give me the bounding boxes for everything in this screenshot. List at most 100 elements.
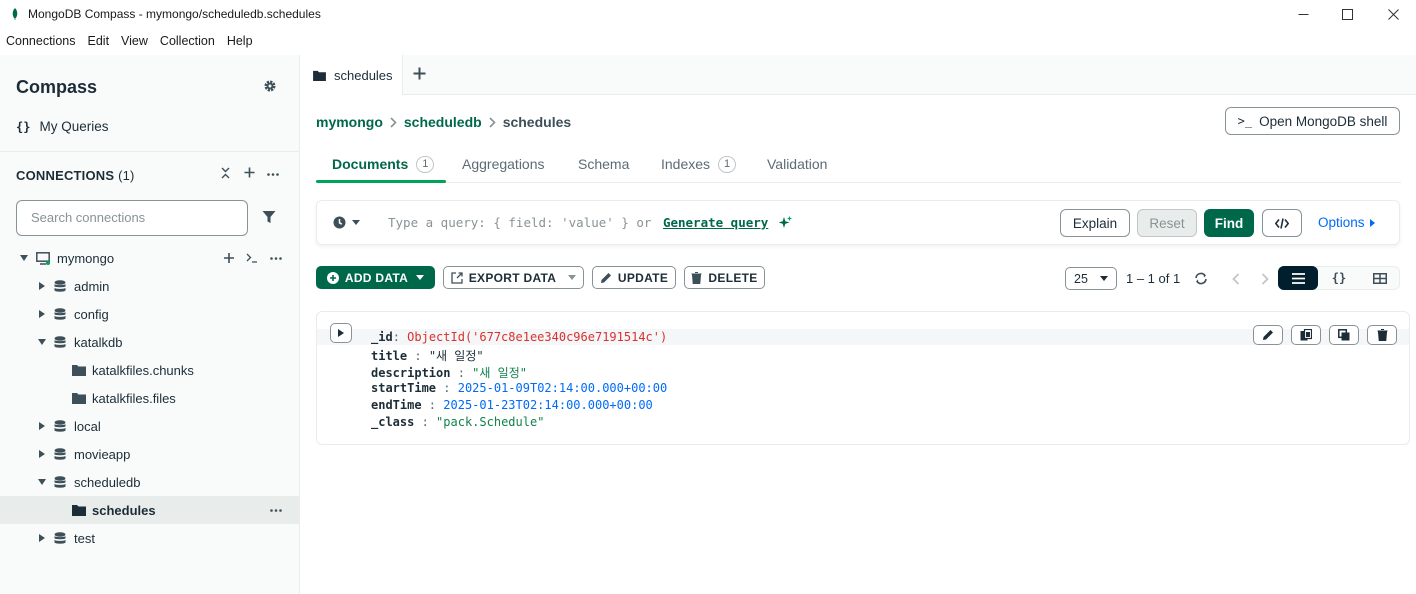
- breadcrumb-database[interactable]: scheduledb: [404, 114, 482, 130]
- collapse-all-button[interactable]: [220, 167, 231, 179]
- add-connection-button[interactable]: [244, 167, 255, 178]
- delete-document-button[interactable]: [1367, 325, 1397, 345]
- menu-collection[interactable]: Collection: [160, 34, 215, 48]
- code-icon: [1275, 217, 1289, 229]
- database-icon: [54, 279, 66, 292]
- tree-db-katalkdb[interactable]: katalkdb: [0, 328, 300, 356]
- caret-down-icon: [19, 253, 29, 263]
- tree-db-test[interactable]: test: [0, 524, 300, 552]
- find-button[interactable]: Find: [1204, 209, 1254, 237]
- page-size-select[interactable]: 25: [1065, 267, 1117, 290]
- minimize-button[interactable]: [1280, 0, 1326, 28]
- table-view-button[interactable]: [1360, 266, 1400, 290]
- mongodb-leaf-icon: [12, 8, 18, 20]
- tree-db-local[interactable]: local: [0, 412, 300, 440]
- tree-db-label: katalkdb: [74, 334, 123, 350]
- my-queries-link[interactable]: {} My Queries: [16, 119, 108, 134]
- plus-icon[interactable]: [224, 253, 234, 263]
- field-id: _id: ObjectId('677c8e1ee340c96e7191514c'…: [371, 330, 668, 344]
- explain-button[interactable]: Explain: [1060, 209, 1130, 237]
- chevron-right-icon: [390, 116, 397, 128]
- expand-document-button[interactable]: [330, 323, 352, 343]
- reset-button[interactable]: Reset: [1137, 209, 1197, 237]
- tab-schema-label: Schema: [578, 156, 630, 172]
- json-view-button[interactable]: {}: [1319, 266, 1359, 290]
- chevron-right-icon[interactable]: [1261, 272, 1269, 285]
- tree-collection-label: katalkfiles.chunks: [92, 362, 194, 378]
- ellipsis-icon[interactable]: [270, 256, 282, 260]
- menu-edit[interactable]: Edit: [88, 34, 110, 48]
- menu-help[interactable]: Help: [227, 34, 253, 48]
- tree-collection-katalkfiles-files[interactable]: katalkfiles.files: [0, 384, 300, 412]
- tab-schedules[interactable]: schedules: [301, 55, 403, 95]
- close-window-button[interactable]: [1370, 0, 1416, 28]
- computer-icon: [36, 251, 50, 265]
- field-value: "새 일정": [428, 349, 484, 363]
- tree-db-label: scheduledb: [74, 474, 141, 490]
- tree-db-config[interactable]: config: [0, 300, 300, 328]
- query-history-button[interactable]: [333, 216, 360, 229]
- tab-schema[interactable]: Schema: [578, 145, 629, 183]
- tab-aggregations[interactable]: Aggregations: [462, 145, 545, 183]
- field-value: ObjectId('677c8e1ee340c96e7191514c'): [407, 330, 668, 344]
- collapse-icon: [221, 167, 230, 179]
- field-key: _class: [371, 415, 415, 429]
- edit-document-button[interactable]: [1253, 325, 1283, 345]
- tree-collection-katalkfiles-chunks[interactable]: katalkfiles.chunks: [0, 356, 300, 384]
- add-data-button[interactable]: ADD DATA: [316, 266, 435, 289]
- update-button[interactable]: UPDATE: [592, 266, 676, 289]
- shell-icon[interactable]: [246, 253, 258, 263]
- database-icon: [54, 307, 66, 320]
- query-input[interactable]: Type a query: { field: 'value' } or Gene…: [388, 215, 792, 230]
- breadcrumb-connection[interactable]: mymongo: [316, 114, 383, 130]
- tree-db-admin[interactable]: admin: [0, 272, 300, 300]
- generate-query-link[interactable]: Generate query: [663, 215, 768, 230]
- sidebar-divider: [0, 151, 300, 152]
- tree-connection-mymongo[interactable]: mymongo: [0, 244, 300, 272]
- gear-icon[interactable]: [263, 79, 277, 93]
- menu-view[interactable]: View: [121, 34, 148, 48]
- update-label: UPDATE: [617, 270, 669, 285]
- clone-icon: [1338, 329, 1350, 341]
- delete-button[interactable]: DELETE: [684, 266, 765, 289]
- options-toggle[interactable]: Options: [1318, 215, 1375, 230]
- tab-indexes[interactable]: Indexes 1: [661, 145, 737, 183]
- tree-collection-schedules[interactable]: schedules: [0, 496, 300, 524]
- chevron-right-icon: [489, 116, 496, 128]
- refresh-icon[interactable]: [1194, 272, 1208, 285]
- tab-validation[interactable]: Validation: [767, 145, 827, 183]
- caret-down-icon: [568, 275, 577, 280]
- field-key: startTime: [371, 381, 437, 395]
- view-toggle: {}: [1278, 266, 1400, 290]
- field-key: description: [371, 366, 451, 380]
- export-data-button[interactable]: EXPORT DATA: [443, 266, 584, 289]
- copy-document-button[interactable]: [1291, 325, 1321, 345]
- clipboard-icon: [1300, 329, 1312, 341]
- app-brand: Compass: [16, 77, 98, 97]
- query-bar: Type a query: { field: 'value' } or Gene…: [316, 200, 1400, 245]
- open-shell-button[interactable]: >_ Open MongoDB shell: [1225, 107, 1400, 135]
- tree-db-scheduledb[interactable]: scheduledb: [0, 468, 300, 496]
- export-code-button[interactable]: [1262, 209, 1302, 237]
- clone-document-button[interactable]: [1329, 325, 1359, 345]
- terminal-icon: >_: [1237, 114, 1253, 128]
- connections-more-button[interactable]: [267, 173, 279, 176]
- ellipsis-icon[interactable]: [270, 508, 282, 512]
- maximize-button[interactable]: [1324, 0, 1370, 28]
- new-tab-plus-icon[interactable]: [413, 67, 426, 80]
- list-view-button[interactable]: [1278, 266, 1318, 290]
- field-description: description : "새 일정": [371, 366, 527, 380]
- chevron-left-icon[interactable]: [1232, 272, 1240, 285]
- tab-documents[interactable]: Documents 1: [332, 145, 435, 183]
- field-key: title: [371, 349, 408, 363]
- tree-db-movieapp[interactable]: movieapp: [0, 440, 300, 468]
- connections-label: CONNECTIONS: [16, 168, 115, 183]
- tab-indexes-label: Indexes: [661, 156, 711, 172]
- field-endtime: endTime : 2025-01-23T02:14:00.000+00:00: [371, 398, 653, 412]
- menu-connections[interactable]: Connections: [6, 34, 76, 48]
- tree-db-label: local: [74, 418, 101, 434]
- database-icon: [54, 335, 66, 348]
- plus-circle-icon: [326, 271, 339, 284]
- filter-icon[interactable]: [262, 210, 276, 224]
- search-connections-input[interactable]: Search connections: [16, 200, 248, 236]
